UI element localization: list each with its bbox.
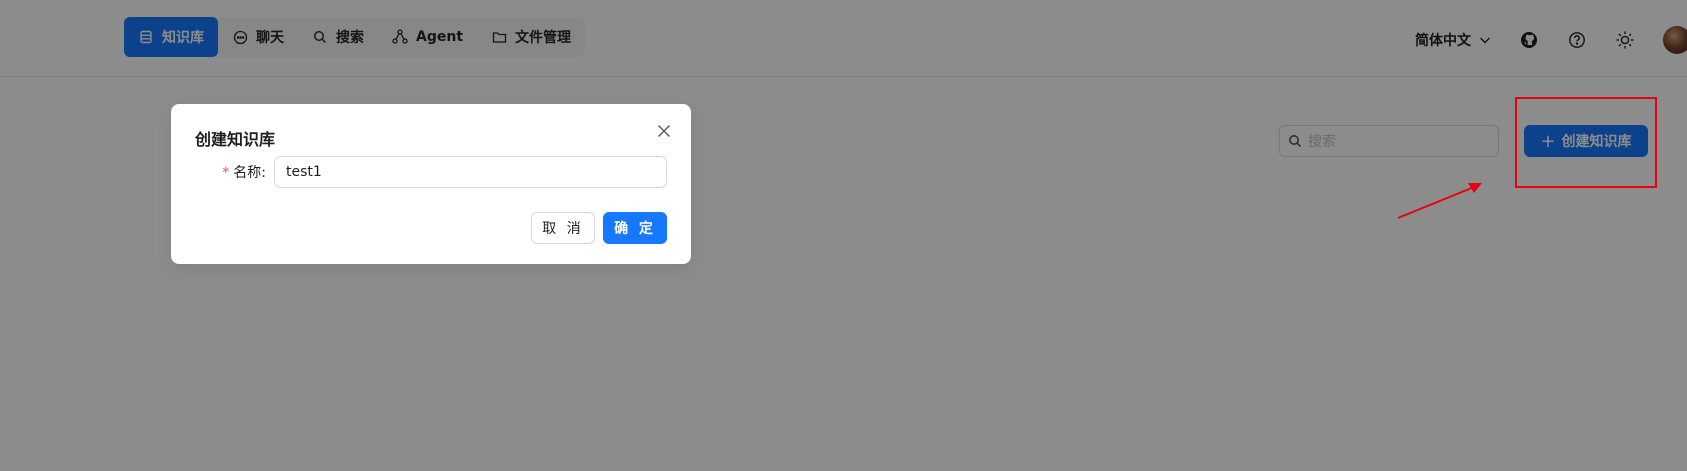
annotation-highlight-box (1515, 97, 1657, 188)
name-form-row: * 名称: (195, 156, 667, 188)
ok-button[interactable]: 确 定 (603, 212, 667, 244)
name-field[interactable] (274, 156, 667, 188)
dialog-footer: 取 消 确 定 (531, 212, 667, 244)
close-icon[interactable] (655, 122, 673, 140)
name-label: * 名称: (195, 162, 274, 182)
required-mark: * (222, 165, 230, 181)
name-label-text: 名称: (233, 165, 266, 181)
annotation-arrow-icon (1397, 183, 1482, 219)
create-knowledge-base-dialog: 创建知识库 *名称: 取 消 确 定 (171, 104, 691, 264)
dialog-title: 创建知识库 (195, 130, 276, 149)
cancel-button[interactable]: 取 消 (531, 212, 595, 244)
